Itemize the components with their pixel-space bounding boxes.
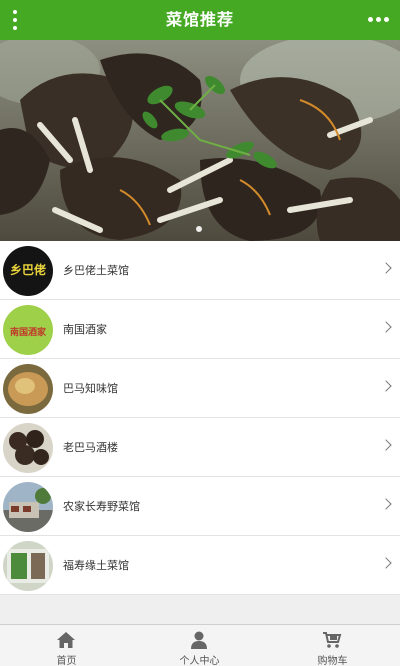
restaurant-name: 农家长寿野菜馆 [63, 500, 140, 513]
list-item[interactable]: 福寿缘土菜馆 [0, 536, 400, 595]
list-item[interactable]: 南国酒家 南国酒家 [0, 300, 400, 359]
chevron-right-icon [380, 557, 392, 569]
list-item[interactable]: 农家长寿野菜馆 [0, 477, 400, 536]
list-item[interactable]: 乡巴佬 乡巴佬土菜馆 [0, 241, 400, 300]
tab-profile[interactable]: 个人中心 [133, 625, 266, 666]
restaurant-name: 老巴马酒楼 [63, 441, 118, 454]
tab-home[interactable]: 首页 [0, 625, 133, 666]
thumbnail-sign-text: 南国酒家 [10, 326, 47, 338]
restaurant-thumbnail [3, 482, 53, 532]
page-title: 菜馆推荐 [165, 10, 234, 29]
tab-label: 个人中心 [179, 656, 220, 666]
restaurant-thumbnail [3, 364, 53, 414]
chevron-right-icon [380, 498, 392, 510]
horizontal-dots-icon[interactable] [368, 12, 390, 28]
thumbnail-sign-text: 乡巴佬 [10, 262, 46, 277]
list-item[interactable]: 巴马知味馆 [0, 359, 400, 418]
home-icon [57, 632, 75, 648]
bottom-tab-bar: 首页 个人中心 购物车 [0, 624, 400, 666]
banner-image[interactable] [0, 40, 400, 241]
restaurant-name: 福寿缘土菜馆 [63, 559, 129, 572]
chevron-right-icon [380, 262, 392, 274]
tab-cart[interactable]: 购物车 [266, 625, 399, 666]
restaurant-name: 乡巴佬土菜馆 [63, 264, 129, 277]
tab-label: 首页 [56, 656, 77, 666]
tab-label: 购物车 [317, 656, 348, 666]
restaurant-name: 巴马知味馆 [63, 382, 118, 395]
restaurant-thumbnail: 南国酒家 [3, 305, 53, 355]
restaurant-thumbnail: 乡巴佬 [3, 246, 53, 296]
restaurant-thumbnail [3, 541, 53, 591]
cart-icon [323, 632, 342, 648]
chevron-right-icon [380, 439, 392, 451]
restaurant-thumbnail [3, 423, 53, 473]
user-icon [191, 631, 207, 649]
chevron-right-icon [380, 380, 392, 392]
list-item[interactable]: 老巴马酒楼 [0, 418, 400, 477]
slide-indicator-dot[interactable] [196, 226, 202, 232]
restaurant-name: 南国酒家 [63, 323, 107, 336]
restaurant-list: 乡巴佬 乡巴佬土菜馆 南国酒家 南国酒家 巴马知味馆 老巴马酒楼 农家长寿野菜馆… [0, 241, 400, 595]
app-header: 菜馆推荐 [0, 0, 400, 40]
chevron-right-icon [380, 321, 392, 333]
